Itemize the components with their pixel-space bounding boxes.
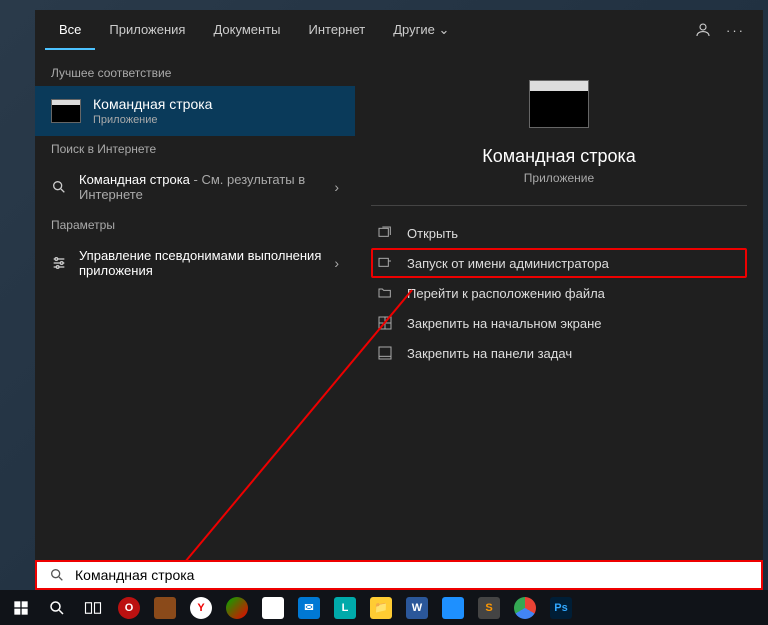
taskbar-app-folder[interactable] [148, 592, 182, 624]
result-web[interactable]: Командная строка - См. результаты в Инте… [35, 162, 355, 212]
pin-start-icon [377, 315, 393, 331]
more-icon[interactable]: ··· [726, 23, 745, 38]
taskbar: O Y ✻ ✉ L 📁 W S Ps [0, 590, 768, 625]
search-tabs: Все Приложения Документы Интернет Другие… [35, 10, 763, 50]
tab-more-label: Другие [393, 22, 435, 37]
preview-pane: Командная строка Приложение Открыть Запу… [355, 50, 763, 560]
taskbar-app-word[interactable]: W [400, 592, 434, 624]
taskbar-app-mail[interactable]: ✉ [292, 592, 326, 624]
tab-apps[interactable]: Приложения [95, 10, 199, 50]
result-text: Командная строка - См. результаты в Инте… [79, 172, 322, 202]
action-run-admin-label: Запуск от имени администратора [407, 256, 609, 271]
search-icon [49, 567, 65, 583]
taskbar-app-yandex[interactable]: Y [184, 592, 218, 624]
web-result-prefix: Командная строка [79, 172, 190, 187]
search-input[interactable] [75, 567, 749, 583]
pin-taskbar-icon [377, 345, 393, 361]
taskbar-app-chrome[interactable] [508, 592, 542, 624]
open-icon [377, 225, 393, 241]
tab-docs[interactable]: Документы [199, 10, 294, 50]
chevron-right-icon: › [334, 179, 339, 195]
folder-icon [377, 285, 393, 301]
task-view[interactable] [76, 592, 110, 624]
section-best-match: Лучшее соответствие [35, 60, 355, 86]
chevron-right-icon: › [334, 255, 339, 271]
action-pin-taskbar-label: Закрепить на панели задач [407, 346, 572, 361]
tab-more[interactable]: Другие ⌄ [379, 10, 463, 50]
result-text: Управление псевдонимами выполнения прило… [79, 248, 322, 278]
result-settings-alias[interactable]: Управление псевдонимами выполнения прило… [35, 238, 355, 288]
actions-list: Открыть Запуск от имени администратора П… [371, 218, 747, 368]
start-search-panel: Все Приложения Документы Интернет Другие… [35, 10, 763, 560]
result-subtitle: Приложение [93, 114, 339, 126]
result-cmd[interactable]: Командная строка Приложение [35, 86, 355, 136]
action-open-label: Открыть [407, 226, 458, 241]
settings-result-title: Управление псевдонимами выполнения прило… [79, 248, 322, 278]
result-title: Командная строка [93, 96, 339, 112]
taskbar-app-photoshop[interactable]: Ps [544, 592, 578, 624]
action-open[interactable]: Открыть [371, 218, 747, 248]
cmd-preview-icon [529, 80, 589, 128]
taskbar-app-blue[interactable] [436, 592, 470, 624]
shield-icon [377, 255, 393, 271]
action-pin-start-label: Закрепить на начальном экране [407, 316, 602, 331]
start-button[interactable] [4, 592, 38, 624]
taskbar-app-explorer[interactable]: 📁 [364, 592, 398, 624]
action-pin-start[interactable]: Закрепить на начальном экране [371, 308, 747, 338]
search-icon [51, 179, 67, 195]
sliders-icon [51, 255, 67, 271]
taskbar-app-green[interactable] [220, 592, 254, 624]
action-run-as-admin[interactable]: Запуск от имени администратора [371, 248, 747, 278]
action-open-location-label: Перейти к расположению файла [407, 286, 605, 301]
taskbar-search[interactable] [40, 592, 74, 624]
feedback-icon[interactable] [694, 21, 712, 39]
tab-all[interactable]: Все [45, 10, 95, 50]
taskbar-app-colorful[interactable]: ✻ [256, 592, 290, 624]
taskbar-app-sublime[interactable]: S [472, 592, 506, 624]
results-pane: Лучшее соответствие Командная строка При… [35, 50, 355, 560]
search-content: Лучшее соответствие Командная строка При… [35, 50, 763, 560]
search-input-box[interactable] [35, 560, 763, 590]
action-pin-taskbar[interactable]: Закрепить на панели задач [371, 338, 747, 368]
cmd-icon [51, 99, 81, 123]
preview-title: Командная строка [371, 146, 747, 167]
taskbar-app-l[interactable]: L [328, 592, 362, 624]
result-text: Командная строка Приложение [93, 96, 339, 126]
taskbar-app-opera[interactable]: O [112, 592, 146, 624]
section-web: Поиск в Интернете [35, 136, 355, 162]
preview-subtitle: Приложение [371, 171, 747, 206]
action-open-location[interactable]: Перейти к расположению файла [371, 278, 747, 308]
chevron-down-icon: ⌄ [438, 22, 449, 37]
section-settings: Параметры [35, 212, 355, 238]
tab-web[interactable]: Интернет [294, 10, 379, 50]
